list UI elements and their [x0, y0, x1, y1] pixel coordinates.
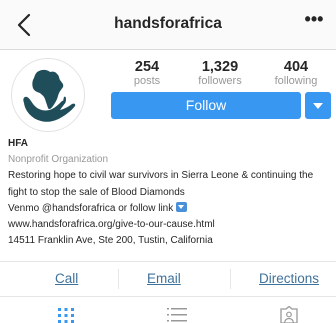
back-button[interactable]	[14, 10, 36, 40]
website-link[interactable]: www.handsforafrica.org/give-to-our-cause…	[8, 217, 333, 233]
suggested-accounts-dropdown-button[interactable]	[305, 92, 331, 119]
venmo-line: Venmo @handsforafrica or follow link	[8, 201, 333, 217]
grid-icon	[58, 308, 74, 323]
top-nav-bar: handsforafrica •••	[0, 0, 336, 50]
posts-count: 254	[134, 59, 160, 75]
tab-tagged[interactable]	[278, 306, 300, 323]
hands-for-africa-logo	[23, 69, 76, 122]
posts-stat: 254 posts	[112, 59, 182, 88]
profile-bio: HFA Nonprofit Organization Restoring hop…	[8, 136, 333, 249]
profile-avatar[interactable]	[11, 58, 85, 132]
contact-actions-bar: Call Email Directions	[0, 262, 336, 296]
divider	[118, 269, 119, 289]
tab-grid-view[interactable]	[55, 306, 77, 323]
divider	[0, 296, 336, 297]
tagged-person-icon	[280, 306, 298, 323]
followers-stat[interactable]: 1,329 followers	[185, 59, 255, 88]
profile-view-tabs	[0, 300, 336, 323]
followers-count: 1,329	[201, 59, 239, 75]
business-address[interactable]: 14511 Franklin Ave, Ste 200, Tustin, Cal…	[8, 233, 333, 249]
profile-description: Restoring hope to civil war survivors in…	[8, 170, 314, 198]
venmo-text: Venmo @handsforafrica or follow link	[8, 202, 174, 214]
followers-label: followers	[198, 75, 242, 87]
down-arrow-box-icon	[176, 201, 188, 212]
profile-display-name: HFA	[8, 138, 28, 149]
chevron-left-icon	[17, 13, 31, 37]
more-options-button[interactable]: •••	[302, 10, 326, 34]
profile-category: Nonprofit Organization	[8, 154, 109, 166]
following-stat[interactable]: 404 following	[261, 59, 331, 88]
call-button[interactable]: Call	[55, 271, 78, 286]
caret-down-icon	[313, 103, 323, 109]
tab-list-view[interactable]	[166, 306, 188, 323]
posts-label: posts	[133, 75, 161, 87]
following-label: following	[274, 75, 318, 87]
directions-button[interactable]: Directions	[259, 271, 319, 286]
email-button[interactable]: Email	[147, 271, 181, 286]
profile-username: handsforafrica	[114, 15, 222, 32]
follow-button[interactable]: Follow	[111, 92, 301, 119]
following-count: 404	[283, 59, 309, 75]
divider	[230, 269, 231, 289]
list-icon	[167, 308, 187, 322]
